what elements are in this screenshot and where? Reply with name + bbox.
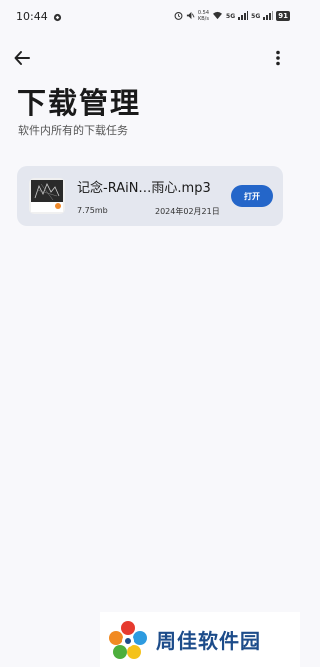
status-right: 0.54 KB/s 5G 5G 91	[174, 10, 290, 22]
arrow-left-icon	[14, 51, 30, 65]
download-item[interactable]: 记念-RAiN…雨心.mp3 7.75mb 2024年02月21日 打开	[17, 166, 283, 226]
signal-bars-icon	[238, 10, 249, 22]
more-vertical-icon	[276, 50, 280, 66]
album-art-thumbnail	[29, 178, 65, 214]
watermark-text: 周佳软件园	[156, 629, 261, 653]
wifi-icon	[212, 11, 223, 22]
open-button[interactable]: 打开	[231, 185, 273, 207]
alarm-icon	[174, 11, 183, 22]
network-speed: 0.54 KB/s	[197, 10, 210, 22]
sync-icon	[53, 7, 62, 26]
page-subtitle: 软件内所有的下载任务	[18, 124, 128, 137]
file-size: 7.75mb	[77, 206, 108, 215]
signal-5g-label-2: 5G	[251, 12, 261, 20]
status-bar: 10:44 0.54 KB/s 5G 5G 91	[0, 0, 300, 32]
file-name: 记念-RAiN…雨心.mp3	[77, 181, 211, 196]
more-options-button[interactable]	[264, 44, 292, 72]
page-title: 下载管理	[17, 86, 142, 120]
back-button[interactable]	[8, 44, 36, 72]
watermark: 周佳软件园	[100, 612, 300, 667]
mute-icon	[186, 11, 195, 22]
flower-logo-icon	[109, 620, 147, 659]
status-left: 10:44	[16, 7, 62, 26]
top-bar	[0, 42, 300, 74]
file-date: 2024年02月21日	[155, 207, 220, 216]
status-time: 10:44	[16, 9, 48, 23]
signal-5g-label-1: 5G	[226, 12, 236, 20]
battery-icon: 91	[276, 11, 290, 21]
signal-bars-icon-2	[263, 10, 274, 22]
